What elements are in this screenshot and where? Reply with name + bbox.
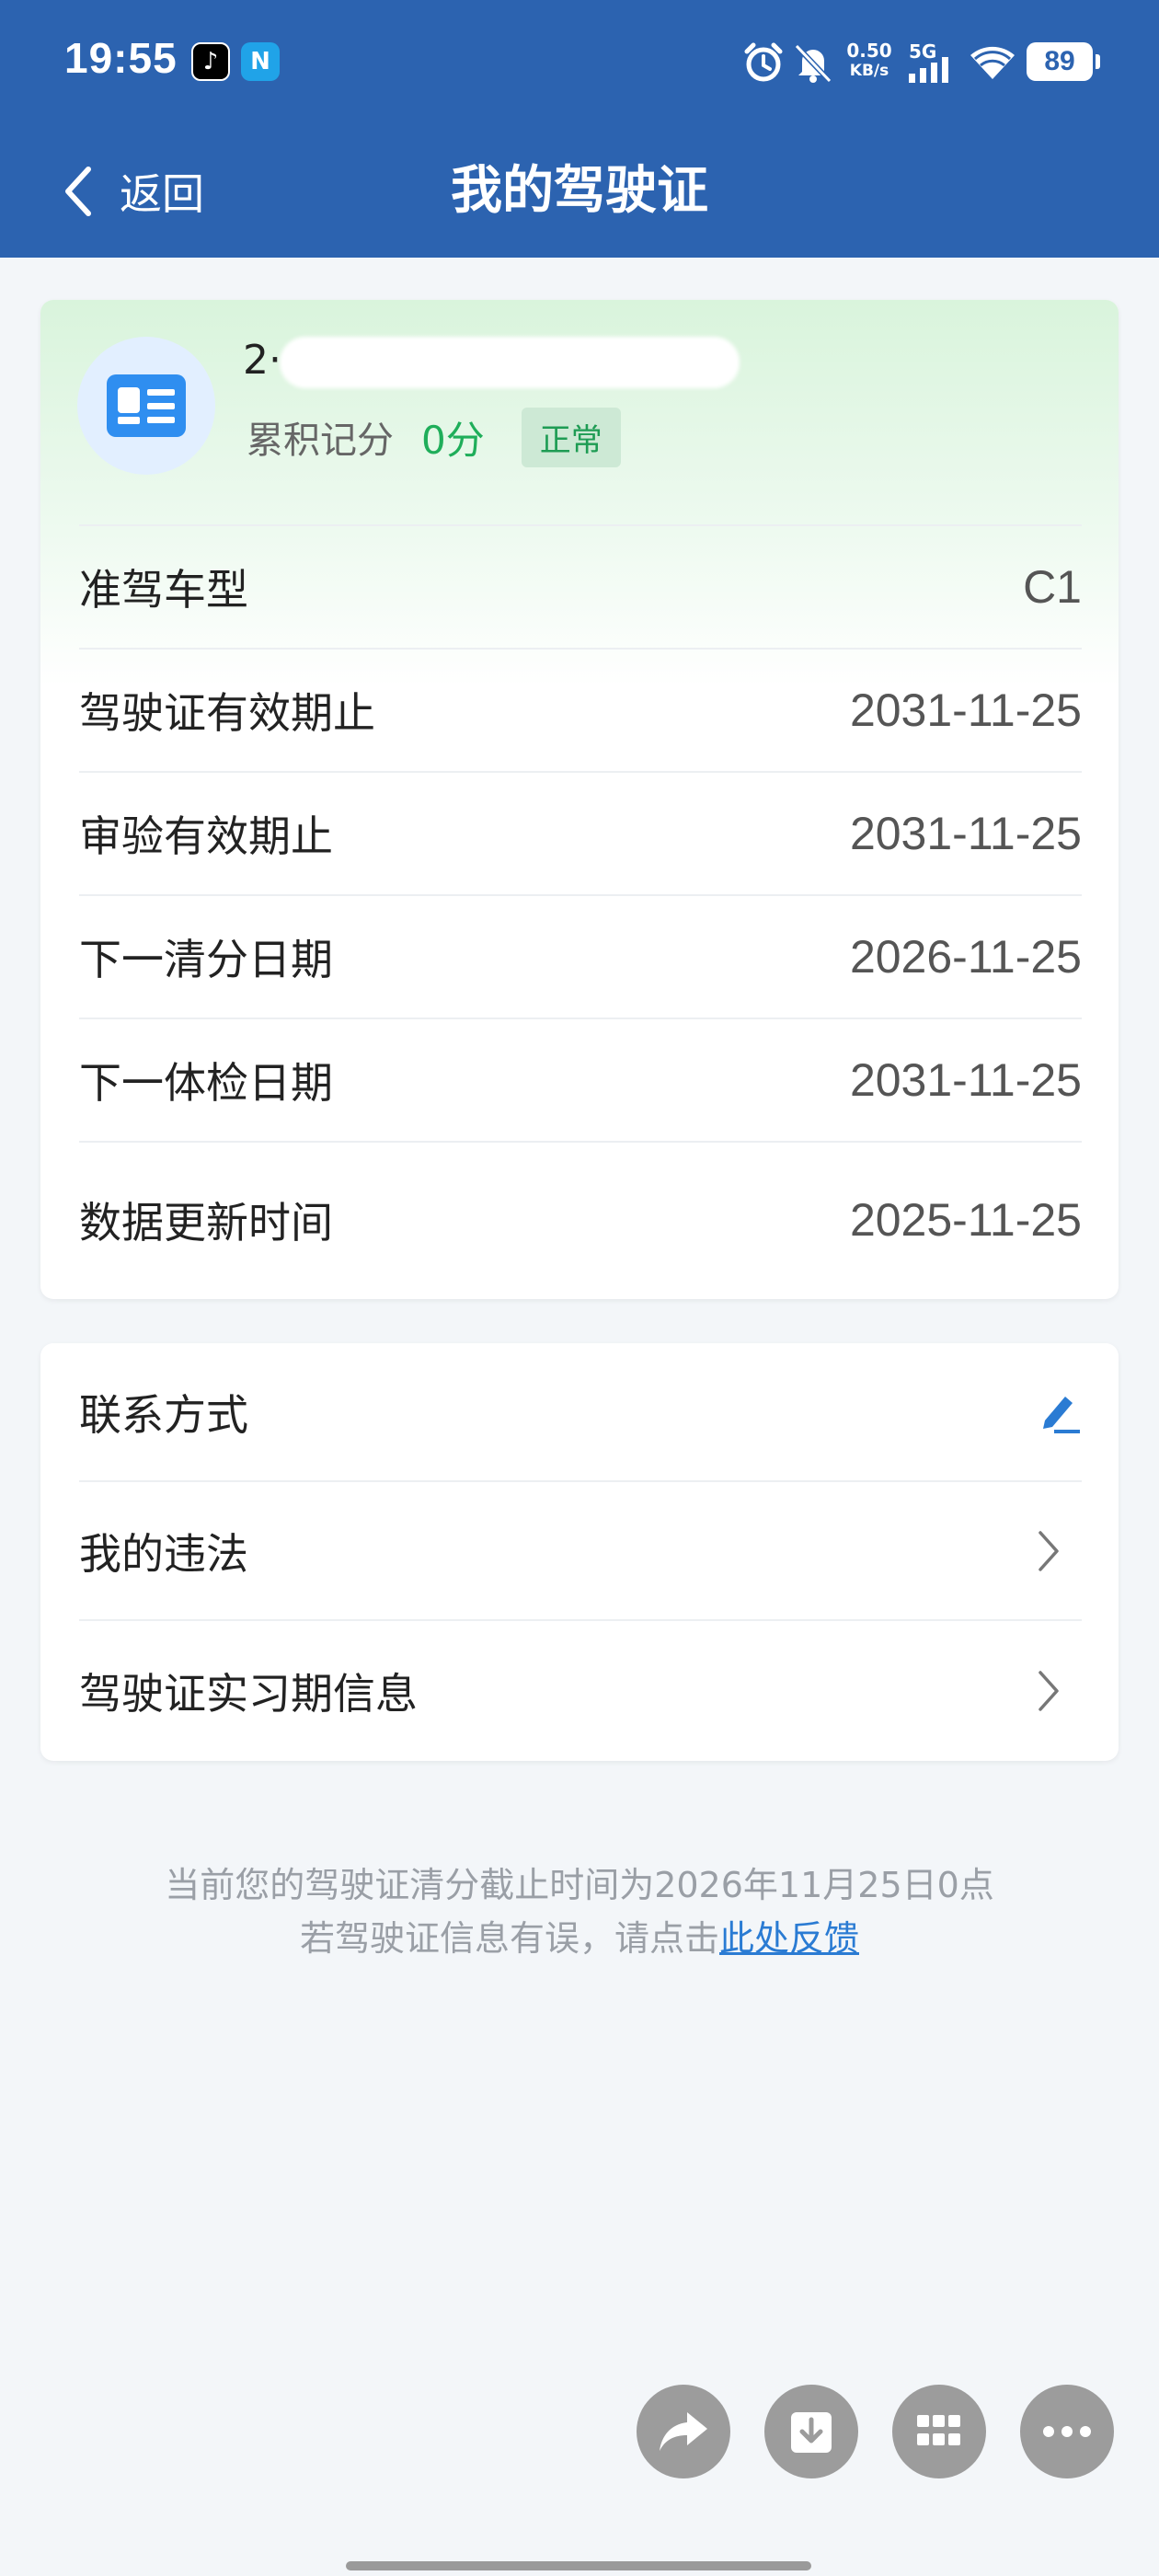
link-label: 联系方式 [79,1389,248,1440]
my-violations-row[interactable]: 我的违法 [79,1482,1082,1621]
chevron-right-icon [1030,1668,1067,1714]
notice-line-1: 当前您的驾驶证清分截止时间为2026年11月25日0点 [165,1865,994,1905]
mute-icon [794,43,832,84]
points-value: 0分 [421,417,485,463]
share-icon [660,2412,707,2451]
license-card: 2··· ··· 1310 累积记分 0分 正常 准驾车型 C1 驾驶证有效期止… [40,300,1119,1299]
edit-icon[interactable] [1036,1389,1082,1435]
links-card: 联系方式 我的违法 驾驶证实习期信息 [40,1343,1119,1761]
link-label: 我的违法 [79,1528,248,1579]
info-row-review-expiry: 审验有效期止 2031-11-25 [79,771,1082,894]
more-button[interactable] [1020,2385,1114,2478]
row-value: 2026-11-25 [849,931,1082,983]
nfc-icon: N [241,42,280,81]
info-row-vehicle-class: 准驾车型 C1 [79,524,1082,648]
row-label: 下一清分日期 [79,935,333,984]
feedback-link[interactable]: 此处反馈 [719,1918,859,1959]
contact-info-row[interactable]: 联系方式 [79,1343,1082,1482]
header: 19:55 ♪ N 0.50 KB/s 5G 89 返回 我的驾驶证 [0,0,1159,258]
points-line: 累积记分 0分 正常 [247,407,621,467]
row-value: 2031-11-25 [849,1054,1082,1106]
links-list: 联系方式 我的违法 驾驶证实习期信息 [79,1343,1082,1760]
info-row-data-updated: 数据更新时间 2025-11-25 [79,1141,1082,1297]
status-time: 19:55 [64,34,178,82]
info-row-next-checkup: 下一体检日期 2031-11-25 [79,1018,1082,1141]
download-icon [791,2412,832,2453]
profile-section: 2··· ··· 1310 累积记分 0分 正常 [40,300,1119,524]
row-label: 驾驶证有效期止 [79,688,375,738]
row-label: 审验有效期止 [79,811,333,861]
row-value: C1 [1023,561,1082,613]
link-label: 驾驶证实习期信息 [79,1668,418,1719]
net-speed: 0.50 KB/s [846,40,892,80]
page-title: 我的驾驶证 [451,161,708,221]
license-info-list: 准驾车型 C1 驾驶证有效期止 2031-11-25 审验有效期止 2031-1… [79,524,1082,1297]
notice-line-2: 若驾驶证信息有误，请点击此处反馈 [0,1912,1159,1965]
info-row-license-expiry: 驾驶证有效期止 2031-11-25 [79,648,1082,771]
tiktok-icon: ♪ [191,42,230,81]
signal-icon [909,57,948,83]
row-value: 2031-11-25 [849,808,1082,859]
more-icon [1043,2426,1091,2437]
row-label: 准驾车型 [79,565,248,615]
row-label: 数据更新时间 [79,1198,333,1248]
row-value: 2025-11-25 [849,1194,1082,1246]
redaction-mask [280,337,740,388]
row-label: 下一体检日期 [79,1058,333,1108]
battery-icon: 89 [1027,42,1100,81]
probation-info-row[interactable]: 驾驶证实习期信息 [79,1621,1082,1760]
license-number: 2··· ··· 1310 [243,337,758,392]
share-button[interactable] [637,2385,730,2478]
id-card-icon [107,374,186,437]
download-button[interactable] [764,2385,858,2478]
notice: 当前您的驾驶证清分截止时间为2026年11月25日0点 若驾驶证信息有误，请点击… [0,1858,1159,1965]
apps-grid-icon [917,2415,960,2445]
chevron-right-icon [1030,1528,1067,1574]
nav-bar: 返回 我的驾驶证 [0,125,1159,258]
alarm-icon [744,42,783,82]
apps-button[interactable] [892,2385,986,2478]
notice-prefix: 若驾驶证信息有误，请点击 [299,1918,719,1959]
status-bar: 19:55 ♪ N 0.50 KB/s 5G 89 [0,0,1159,125]
home-indicator[interactable] [346,2561,811,2570]
avatar [77,337,215,475]
row-value: 2031-11-25 [849,684,1082,736]
status-badge: 正常 [521,407,621,467]
points-label: 累积记分 [247,420,394,462]
wifi-icon [970,46,1015,79]
info-row-next-reset: 下一清分日期 2026-11-25 [79,894,1082,1018]
